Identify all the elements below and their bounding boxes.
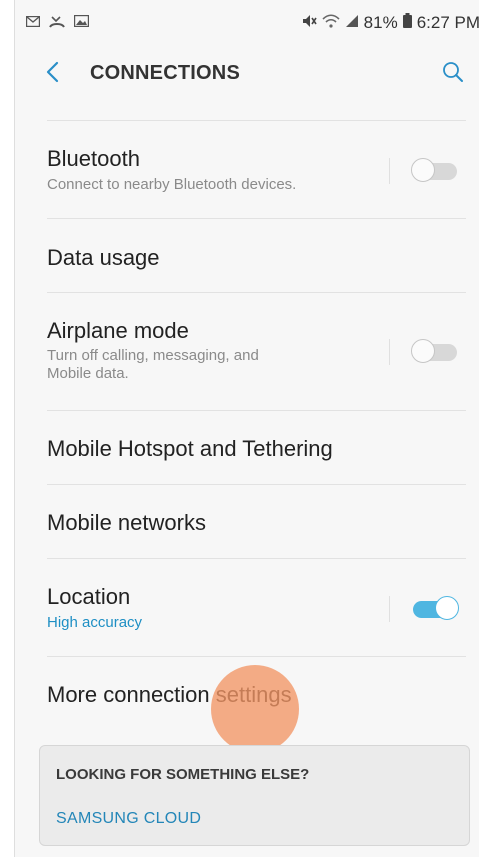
toggle-separator	[389, 158, 390, 184]
airplane-mode-toggle[interactable]	[411, 339, 459, 365]
wifi-icon	[322, 13, 340, 33]
divider	[47, 120, 466, 121]
signal-icon	[345, 13, 359, 33]
setting-subtitle: Connect to nearby Bluetooth devices.	[47, 176, 297, 193]
touch-indicator	[211, 665, 299, 753]
phone-screen: 81% 6:27 PM CONNECTIONS Bluetooth Connec…	[14, 0, 479, 857]
setting-bluetooth[interactable]: Bluetooth Connect to nearby Bluetooth de…	[47, 146, 466, 194]
setting-subtitle: High accuracy	[47, 614, 143, 631]
divider	[47, 410, 466, 411]
settings-list: Bluetooth Connect to nearby Bluetooth de…	[15, 100, 479, 735]
divider	[47, 656, 466, 657]
toggle-separator	[389, 339, 390, 365]
toggle-thumb	[435, 596, 459, 620]
battery-icon	[402, 13, 412, 33]
toggle-thumb	[411, 158, 435, 182]
setting-title: Mobile Hotspot and Tethering	[47, 436, 333, 461]
suggestion-title: LOOKING FOR SOMETHING ELSE?	[56, 766, 310, 783]
setting-title: Bluetooth	[47, 146, 140, 171]
page-title: CONNECTIONS	[90, 62, 240, 84]
missed-call-icon	[49, 14, 65, 28]
setting-title: Location	[47, 584, 131, 609]
back-button[interactable]	[37, 59, 67, 89]
setting-data-usage[interactable]: Data usage	[47, 245, 466, 271]
bluetooth-toggle[interactable]	[411, 158, 459, 184]
chevron-left-icon	[45, 61, 59, 88]
toggle-separator	[389, 596, 390, 622]
samsung-cloud-link[interactable]: SAMSUNG CLOUD	[56, 810, 201, 828]
divider	[47, 292, 466, 293]
setting-mobile-hotspot[interactable]: Mobile Hotspot and Tethering	[47, 436, 466, 462]
setting-subtitle: Mobile data.	[47, 365, 129, 382]
divider	[47, 484, 466, 485]
image-icon	[73, 14, 89, 28]
setting-subtitle: Turn off calling, messaging, and	[47, 347, 259, 364]
clock: 6:27 PM	[416, 13, 479, 32]
notification-icons	[25, 14, 89, 28]
suggestion-card: LOOKING FOR SOMETHING ELSE? SAMSUNG CLOU…	[39, 745, 470, 846]
setting-airplane-mode[interactable]: Airplane mode Turn off calling, messagin…	[47, 318, 466, 383]
battery-percent: 81%	[363, 13, 398, 32]
toggle-thumb	[411, 339, 435, 363]
setting-location[interactable]: Location High accuracy	[47, 584, 466, 632]
setting-title: Mobile networks	[47, 510, 206, 535]
location-toggle[interactable]	[411, 596, 459, 622]
mute-icon	[301, 13, 317, 33]
search-icon	[442, 61, 464, 88]
setting-title: Data usage	[47, 245, 160, 270]
mail-icon	[25, 14, 41, 28]
app-bar: CONNECTIONS	[15, 50, 479, 100]
status-bar: 81% 6:27 PM	[15, 0, 479, 50]
divider	[47, 218, 466, 219]
system-indicators: 81% 6:27 PM	[301, 13, 479, 33]
setting-mobile-networks[interactable]: Mobile networks	[47, 510, 466, 536]
search-button[interactable]	[438, 59, 468, 89]
setting-title: Airplane mode	[47, 318, 189, 343]
divider	[47, 558, 466, 559]
